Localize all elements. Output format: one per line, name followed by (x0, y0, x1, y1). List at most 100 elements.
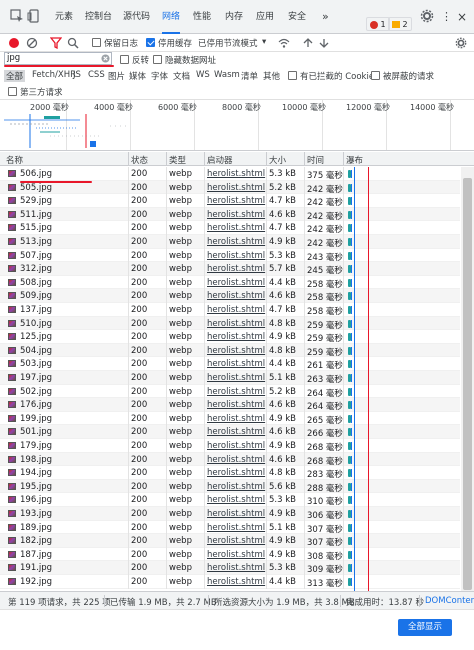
disable-cache-checkbox[interactable] (146, 38, 155, 47)
table-row[interactable]: 191.jpg 200 webp herolist.shtml 5.3 kB 309 毫秒 (0, 561, 460, 575)
cell-name[interactable]: 515.jpg (20, 223, 52, 233)
type-manifest[interactable]: 清单 (241, 70, 258, 82)
cell-initiator[interactable]: herolist.shtml (207, 169, 265, 179)
cell-initiator[interactable]: herolist.shtml (207, 319, 265, 329)
cell-initiator[interactable]: herolist.shtml (207, 400, 265, 410)
cell-initiator[interactable]: herolist.shtml (207, 509, 265, 519)
hide-data-urls-checkbox[interactable] (153, 55, 162, 64)
cell-initiator[interactable]: herolist.shtml (207, 332, 265, 342)
cell-name[interactable]: 193.jpg (20, 509, 52, 519)
device-icon[interactable] (27, 9, 41, 23)
more-tabs-button[interactable]: » (322, 0, 329, 34)
cell-name[interactable]: 198.jpg (20, 455, 52, 465)
tab-performance[interactable]: 性能 (193, 0, 211, 34)
cell-name[interactable]: 511.jpg (20, 210, 52, 220)
cell-name[interactable]: 196.jpg (20, 495, 52, 505)
blocked-cookies-checkbox[interactable] (288, 71, 297, 80)
filter-input[interactable]: jpg (4, 52, 112, 65)
show-all-button[interactable]: 全部显示 (398, 619, 452, 636)
third-party-checkbox[interactable] (8, 87, 17, 96)
invert-checkbox[interactable] (120, 55, 129, 64)
table-row[interactable]: 182.jpg 200 webp herolist.shtml 4.9 kB 307 毫秒 (0, 534, 460, 548)
preserve-log-checkbox[interactable] (92, 38, 101, 47)
network-settings-icon[interactable] (455, 37, 467, 49)
table-row[interactable]: 504.jpg 200 webp herolist.shtml 4.8 kB 259 毫秒 (0, 343, 460, 358)
table-row[interactable]: 529.jpg 200 webp herolist.shtml 4.7 kB 242 毫秒 (0, 194, 460, 208)
cell-initiator[interactable]: herolist.shtml (207, 373, 265, 383)
scrollbar-thumb[interactable] (463, 178, 472, 590)
cell-name[interactable]: 176.jpg (20, 400, 52, 410)
table-row[interactable]: 509.jpg 200 webp herolist.shtml 4.6 kB 258 毫秒 (0, 289, 460, 303)
cell-initiator[interactable]: herolist.shtml (207, 196, 265, 206)
cell-name[interactable]: 125.jpg (20, 332, 52, 342)
cell-name[interactable]: 182.jpg (20, 536, 52, 546)
cell-initiator[interactable]: herolist.shtml (207, 183, 265, 193)
record-icon[interactable] (8, 37, 20, 49)
cell-initiator[interactable]: herolist.shtml (207, 468, 265, 478)
table-row[interactable]: 192.jpg 200 webp herolist.shtml 4.4 kB 313 毫秒 (0, 575, 460, 589)
cell-name[interactable]: 179.jpg (20, 441, 52, 451)
cell-initiator[interactable]: herolist.shtml (207, 278, 265, 288)
cell-initiator[interactable]: herolist.shtml (207, 210, 265, 220)
type-media[interactable]: 媒体 (129, 70, 146, 82)
table-row[interactable]: 510.jpg 200 webp herolist.shtml 4.8 kB 259 毫秒 (0, 316, 460, 331)
cell-name[interactable]: 504.jpg (20, 346, 52, 356)
cell-name[interactable]: 529.jpg (20, 196, 52, 206)
cell-name[interactable]: 503.jpg (20, 359, 52, 369)
table-row[interactable]: 179.jpg 200 webp herolist.shtml 4.9 kB 268 毫秒 (0, 439, 460, 453)
tab-network[interactable]: 网络 (162, 0, 181, 34)
cell-name[interactable]: 191.jpg (20, 563, 52, 573)
cell-name[interactable]: 507.jpg (20, 251, 52, 261)
table-row[interactable]: 508.jpg 200 webp herolist.shtml 4.4 kB 258 毫秒 (0, 275, 460, 290)
download-icon[interactable] (318, 37, 330, 49)
cell-name[interactable]: 187.jpg (20, 550, 52, 560)
table-row[interactable]: 511.jpg 200 webp herolist.shtml 4.6 kB 242 毫秒 (0, 207, 460, 222)
tab-elements[interactable]: 元素 (55, 0, 73, 34)
cell-name[interactable]: 501.jpg (20, 427, 52, 437)
cell-name[interactable]: 502.jpg (20, 387, 52, 397)
column-initiator[interactable]: 启动器 (207, 154, 233, 166)
cell-initiator[interactable]: herolist.shtml (207, 359, 265, 369)
type-css[interactable]: CSS (88, 70, 105, 80)
cell-initiator[interactable]: herolist.shtml (207, 305, 265, 315)
cell-initiator[interactable]: herolist.shtml (207, 237, 265, 247)
cell-name[interactable]: 194.jpg (20, 468, 52, 478)
more-menu-button[interactable]: ⋮ (441, 0, 452, 34)
table-row[interactable]: 502.jpg 200 webp herolist.shtml 5.2 kB 264 毫秒 (0, 384, 460, 399)
column-time[interactable]: 时间 (307, 154, 324, 166)
filter-icon[interactable] (50, 37, 62, 49)
blocked-requests-checkbox[interactable] (371, 71, 380, 80)
table-row[interactable]: 176.jpg 200 webp herolist.shtml 4.6 kB 264 毫秒 (0, 398, 460, 412)
type-js[interactable]: JS (73, 70, 81, 80)
table-row[interactable]: 199.jpg 200 webp herolist.shtml 4.9 kB 265 毫秒 (0, 411, 460, 426)
cell-initiator[interactable]: herolist.shtml (207, 577, 265, 587)
table-row[interactable]: 187.jpg 200 webp herolist.shtml 4.9 kB 308 毫秒 (0, 547, 460, 562)
search-icon[interactable] (67, 37, 79, 49)
column-status[interactable]: 状态 (131, 154, 148, 166)
column-type[interactable]: 类型 (169, 154, 186, 166)
cell-initiator[interactable]: herolist.shtml (207, 427, 265, 437)
wifi-icon[interactable] (278, 37, 290, 49)
clear-filter-icon[interactable] (101, 54, 110, 63)
type-doc[interactable]: 文档 (173, 70, 190, 82)
tab-console[interactable]: 控制台 (85, 0, 112, 34)
table-row[interactable]: 312.jpg 200 webp herolist.shtml 5.7 kB 245 毫秒 (0, 262, 460, 276)
cell-name[interactable]: 513.jpg (20, 237, 52, 247)
table-row[interactable]: 193.jpg 200 webp herolist.shtml 4.9 kB 306 毫秒 (0, 507, 460, 521)
type-img[interactable]: 图片 (108, 70, 125, 82)
cell-name[interactable]: 508.jpg (20, 278, 52, 288)
tab-sources[interactable]: 源代码 (123, 0, 150, 34)
cell-name[interactable]: 197.jpg (20, 373, 52, 383)
table-row[interactable]: 515.jpg 200 webp herolist.shtml 4.7 kB 242 毫秒 (0, 221, 460, 235)
table-row[interactable]: 506.jpg 200 webp herolist.shtml 5.3 kB 375 毫秒 (0, 167, 460, 181)
warning-badge[interactable]: 2 (388, 17, 412, 31)
tab-memory[interactable]: 内存 (225, 0, 243, 34)
table-row[interactable]: 198.jpg 200 webp herolist.shtml 4.6 kB 268 毫秒 (0, 452, 460, 467)
cell-name[interactable]: 192.jpg (20, 577, 52, 587)
type-wasm[interactable]: Wasm (214, 70, 240, 80)
table-row[interactable]: 503.jpg 200 webp herolist.shtml 4.4 kB 261 毫秒 (0, 357, 460, 371)
close-devtools-button[interactable]: × (457, 0, 467, 34)
clear-icon[interactable] (26, 37, 38, 49)
upload-icon[interactable] (302, 37, 314, 49)
table-row[interactable]: 197.jpg 200 webp herolist.shtml 5.1 kB 263 毫秒 (0, 371, 460, 385)
